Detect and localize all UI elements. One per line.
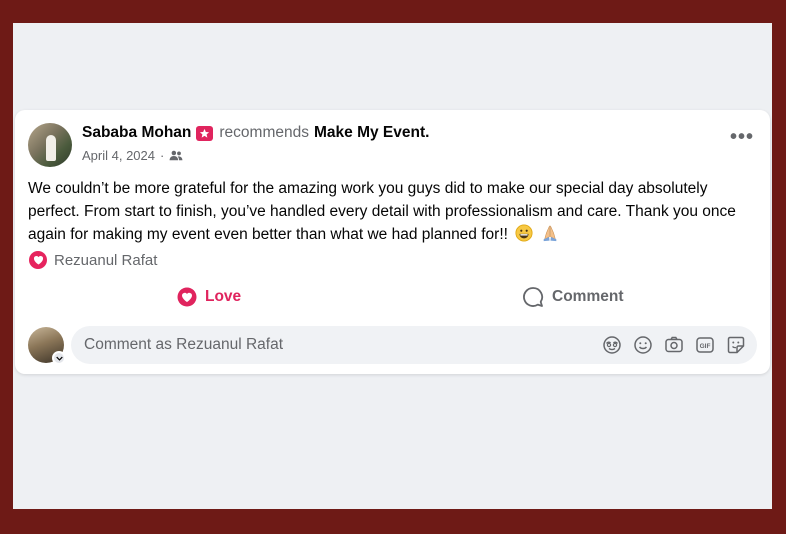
emoji-icon[interactable] <box>633 335 653 355</box>
reactor-name: Rezuanul Rafat <box>54 251 158 269</box>
avatar-sticker-icon[interactable] <box>602 335 622 355</box>
camera-icon[interactable] <box>664 335 684 355</box>
comment-icon <box>523 287 544 307</box>
post-card: Sababa Mohan recommends Make My Event. A… <box>15 110 770 374</box>
chevron-down-icon[interactable] <box>52 351 66 365</box>
more-options-button[interactable]: ••• <box>730 127 754 147</box>
love-label: Love <box>205 288 242 305</box>
gif-icon[interactable]: GIF <box>695 335 715 355</box>
page-name-link[interactable]: Make My Event. <box>314 124 429 142</box>
post-actions: Love Comment <box>15 282 770 312</box>
post-header: Sababa Mohan recommends Make My Event. <box>82 124 429 142</box>
folded-hands-icon <box>541 224 559 249</box>
love-button[interactable]: Love <box>177 282 241 312</box>
meta-separator: · <box>160 148 165 163</box>
post-date[interactable]: April 4, 2024 <box>82 148 155 163</box>
svg-text:GIF: GIF <box>700 343 711 350</box>
author-avatar[interactable] <box>28 123 72 167</box>
heart-icon <box>177 287 197 307</box>
post-meta: April 4, 2024 · <box>82 148 183 163</box>
reaction-summary[interactable]: Rezuanul Rafat <box>29 251 157 269</box>
post-body: We couldn’t be more grateful for the ama… <box>28 177 758 249</box>
post-body-text: We couldn’t be more grateful for the ama… <box>28 180 736 243</box>
grinning-face-icon <box>515 224 533 249</box>
friends-icon[interactable] <box>169 150 183 162</box>
sticker-icon[interactable] <box>726 335 746 355</box>
recommends-text: recommends <box>219 124 309 141</box>
comment-button[interactable]: Comment <box>522 282 623 312</box>
commenter-avatar[interactable] <box>28 327 66 365</box>
recommendation-icon <box>196 125 214 141</box>
comment-composer: GIF <box>71 326 757 364</box>
comment-input[interactable] <box>71 326 571 364</box>
composer-tools: GIF <box>602 335 746 355</box>
comment-label: Comment <box>552 288 624 305</box>
love-reaction-icon <box>29 251 47 269</box>
author-name[interactable]: Sababa Mohan <box>82 124 191 142</box>
avatar-figure <box>46 135 56 161</box>
